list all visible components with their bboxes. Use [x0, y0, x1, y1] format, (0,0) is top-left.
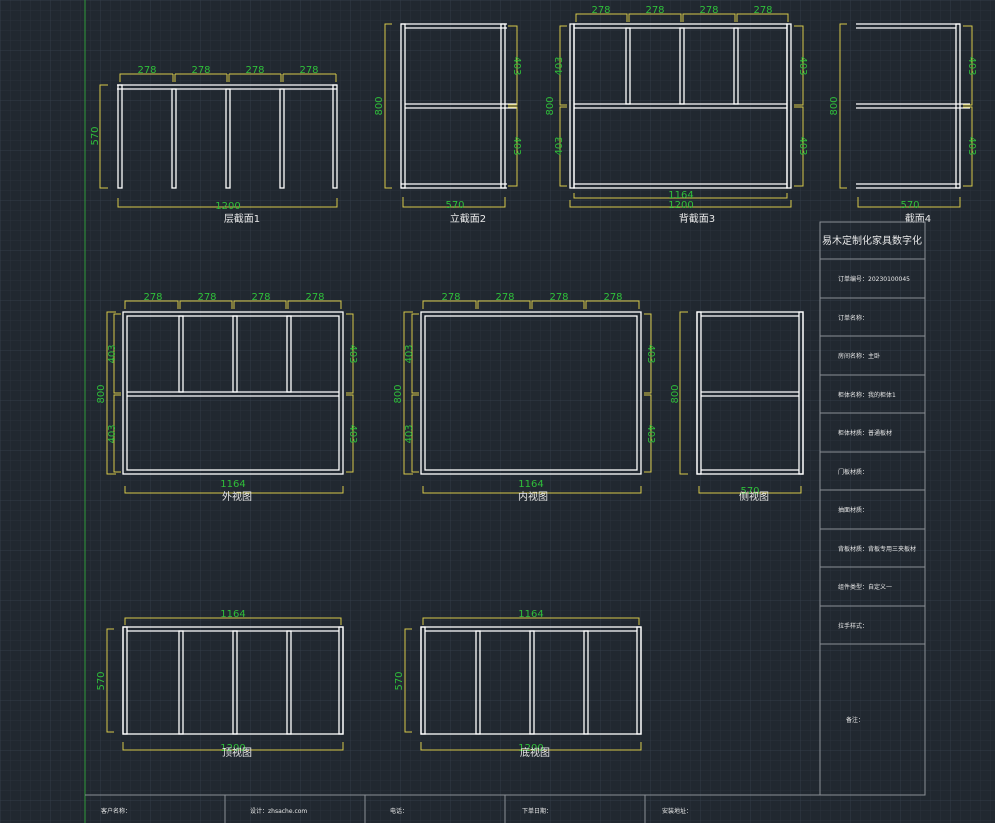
- door-material-label: 门板材质：: [838, 468, 868, 476]
- v3-right-dim-2: 403: [797, 136, 808, 155]
- v1-top-dim-3: 278: [245, 65, 264, 76]
- v3-top-dim-1: 278: [591, 5, 610, 16]
- cad-drawing-canvas[interactable]: 278 278 278 278 1200 570 层截面1 800 403 40…: [0, 0, 995, 823]
- v5-right-dim-2: 403: [347, 424, 358, 443]
- v2-width-dim: 570: [445, 200, 464, 211]
- v2-right-dim-2: 403: [511, 136, 522, 155]
- v3-title: 背截面3: [679, 212, 715, 225]
- v1-height-dim: 570: [90, 126, 101, 145]
- v6-height-dim: 800: [393, 384, 404, 403]
- v6-left-dim-2: 403: [404, 424, 415, 443]
- v5-right-dim-1: 403: [347, 344, 358, 363]
- v5-top-dim-4: 278: [305, 292, 324, 303]
- v6-width-dim: 1164: [518, 479, 543, 490]
- v8-title: 顶视图: [222, 746, 252, 759]
- v4-right-dim-1: 403: [966, 56, 977, 75]
- order-name-label: 订单名称：: [838, 314, 868, 322]
- v6-right-dim-1: 403: [645, 344, 656, 363]
- v5-left-dim-2: 403: [107, 424, 118, 443]
- v3-width-dim: 1200: [668, 200, 693, 211]
- grid: [0, 0, 995, 823]
- v9-height-dim: 570: [394, 671, 405, 690]
- cabinet-material-label: 柜体材质：普通板材: [838, 429, 892, 437]
- v5-width-dim: 1164: [220, 479, 245, 490]
- company-name: 易木定制化家具数字化: [822, 234, 922, 247]
- handle-style-label: 拉手样式：: [838, 622, 868, 630]
- order-number-label: 订单编号：20230100045: [838, 275, 910, 283]
- room-name-label: 房间名称：主卧: [838, 352, 880, 360]
- footer-customer-name: 客户名称：: [101, 807, 131, 815]
- v3-left-dim-2: 403: [554, 136, 565, 155]
- v5-height-dim: 800: [96, 384, 107, 403]
- v5-top-dim-3: 278: [251, 292, 270, 303]
- v4-title: 截面4: [905, 212, 931, 225]
- footer-designer: 设计：zhsache.com: [250, 807, 307, 815]
- v6-top-dim-1: 278: [441, 292, 460, 303]
- back-panel-material-label: 背板材质：背板专用三夹板材: [838, 545, 916, 553]
- v1-top-dim-2: 278: [191, 65, 210, 76]
- v6-top-dim-4: 278: [603, 292, 622, 303]
- v2-right-dim-1: 403: [511, 56, 522, 75]
- v3-top-dim-4: 278: [753, 5, 772, 16]
- v1-top-dim-1: 278: [137, 65, 156, 76]
- v5-left-dim-1: 403: [107, 344, 118, 363]
- drawer-material-label: 抽面材质：: [838, 506, 868, 514]
- v4-height-dim: 800: [829, 96, 840, 115]
- v5-top-dim-2: 278: [197, 292, 216, 303]
- footer-install-address: 安装地址：: [662, 807, 692, 815]
- v5-title: 外视图: [222, 490, 252, 503]
- v4-right-dim-2: 403: [966, 136, 977, 155]
- v5-top-dim-1: 278: [143, 292, 162, 303]
- v8-top-width-dim: 1164: [220, 609, 245, 620]
- v3-height-dim: 800: [545, 96, 556, 115]
- v1-top-dim-4: 278: [299, 65, 318, 76]
- v8-height-dim: 570: [96, 671, 107, 690]
- v1-width-dim: 1200: [215, 201, 240, 212]
- v9-title: 底视图: [520, 746, 550, 759]
- component-type-label: 组件类型：自定义一: [838, 583, 892, 591]
- v7-height-dim: 800: [670, 384, 681, 403]
- v3-top-dim-2: 278: [645, 5, 664, 16]
- footer-phone: 电话：: [390, 807, 408, 815]
- v9-top-width-dim: 1164: [518, 609, 543, 620]
- cabinet-name-label: 柜体名称：我的柜体1: [838, 391, 896, 399]
- notes-label: 备注：: [846, 716, 864, 724]
- v4-width-dim: 570: [900, 200, 919, 211]
- v6-right-dim-2: 403: [645, 424, 656, 443]
- v6-top-dim-3: 278: [549, 292, 568, 303]
- footer-order-date: 下单日期：: [522, 807, 552, 815]
- v1-title: 层截面1: [224, 212, 260, 225]
- v7-title: 侧视图: [739, 490, 769, 503]
- v3-top-dim-3: 278: [699, 5, 718, 16]
- v3-left-dim-1: 403: [554, 56, 565, 75]
- v2-title: 立截面2: [450, 212, 486, 225]
- v2-height-dim: 800: [374, 96, 385, 115]
- v3-right-dim-1: 403: [797, 56, 808, 75]
- v6-title: 内视图: [518, 490, 548, 503]
- v6-left-dim-1: 403: [404, 344, 415, 363]
- v6-top-dim-2: 278: [495, 292, 514, 303]
